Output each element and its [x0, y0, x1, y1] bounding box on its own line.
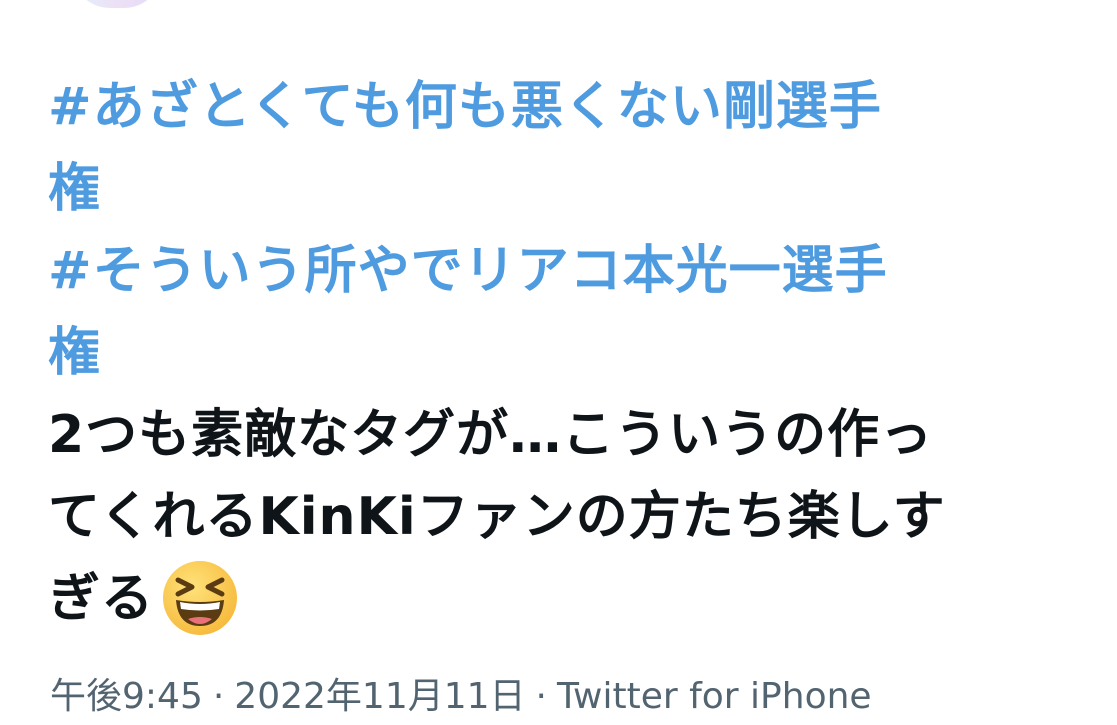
tweet-text-fragment: ぎる: [48, 569, 155, 629]
tweet-text-line-last: ぎる: [48, 558, 1088, 640]
hashtag-link-continuation[interactable]: 権: [48, 312, 1088, 394]
tweet-time[interactable]: 午後9:45: [50, 676, 203, 717]
tweet-source[interactable]: Twitter for iPhone: [557, 676, 872, 717]
tweet-text-line: てくれるKinKiファンの方たち楽しす: [48, 487, 946, 547]
tweet-text-line: 2つも素敵なタグが…こういうの作っ: [48, 405, 934, 465]
tweet-text: #あざとくても何も悪くない剛選手 権 #そういう所やでリアコ本光一選手 権 2つ…: [48, 66, 1088, 640]
tweet-meta: 午後9:45 · 2022年11月11日 · Twitter for iPhone: [50, 674, 872, 720]
meta-separator: ·: [535, 676, 547, 717]
avatar[interactable]: [72, 0, 162, 8]
tweet-date[interactable]: 2022年11月11日: [234, 676, 525, 717]
hashtag-link[interactable]: #そういう所やでリアコ本光一選手: [48, 230, 1088, 312]
hashtag-link-continuation[interactable]: 権: [48, 148, 1088, 230]
grinning-squinting-face-icon: [163, 561, 238, 635]
hashtag-link[interactable]: #あざとくても何も悪くない剛選手: [48, 66, 1088, 148]
meta-separator: ·: [212, 676, 225, 717]
